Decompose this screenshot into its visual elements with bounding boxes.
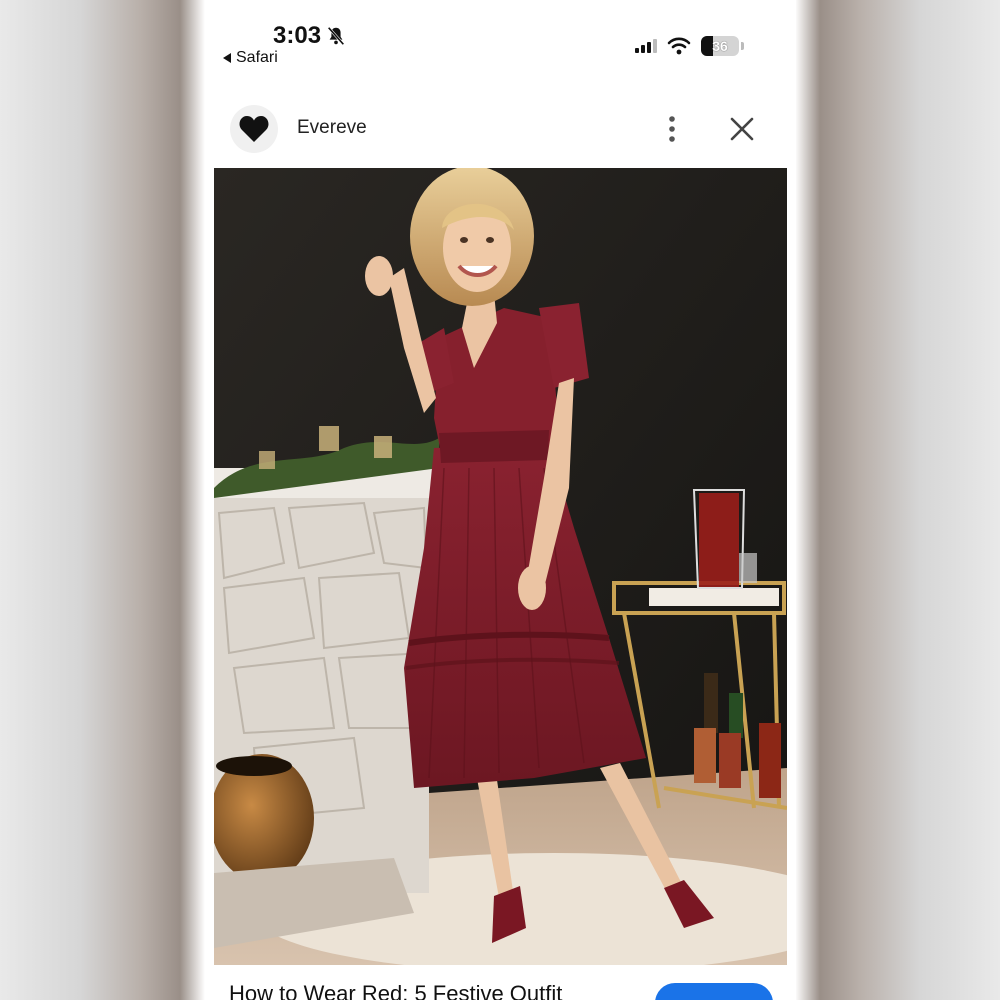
more-options-icon[interactable] — [665, 115, 679, 143]
clock: 3:03 — [273, 22, 322, 49]
status-time: 3:03 — [273, 22, 347, 50]
article-title[interactable]: How to Wear Red: 5 Festive Outfit — [229, 981, 562, 1000]
brand-name[interactable]: Evereve — [297, 117, 367, 139]
battery-icon: 36 — [701, 36, 739, 56]
visit-button[interactable] — [655, 983, 773, 1000]
photo-illustration — [214, 168, 787, 965]
back-label: Safari — [236, 49, 278, 66]
cellular-signal-icon — [635, 39, 657, 53]
bell-off-icon — [327, 26, 345, 46]
heart-icon — [239, 116, 269, 142]
battery-cap — [741, 42, 744, 50]
brand-avatar[interactable] — [230, 105, 278, 153]
article-title-strip: How to Wear Red: 5 Festive Outfit — [205, 965, 796, 1000]
phone-screen: 3:03 Safari 36 Evereve How to Wear Red: … — [205, 0, 796, 1000]
wifi-icon — [667, 37, 691, 55]
back-to-safari[interactable]: Safari — [223, 49, 278, 67]
status-indicators: 36 — [635, 36, 744, 56]
post-header: Evereve — [205, 100, 796, 160]
back-arrow-icon — [223, 53, 231, 63]
battery-level: 36 — [712, 38, 728, 54]
close-icon[interactable] — [729, 116, 755, 142]
product-photo[interactable] — [214, 168, 787, 965]
